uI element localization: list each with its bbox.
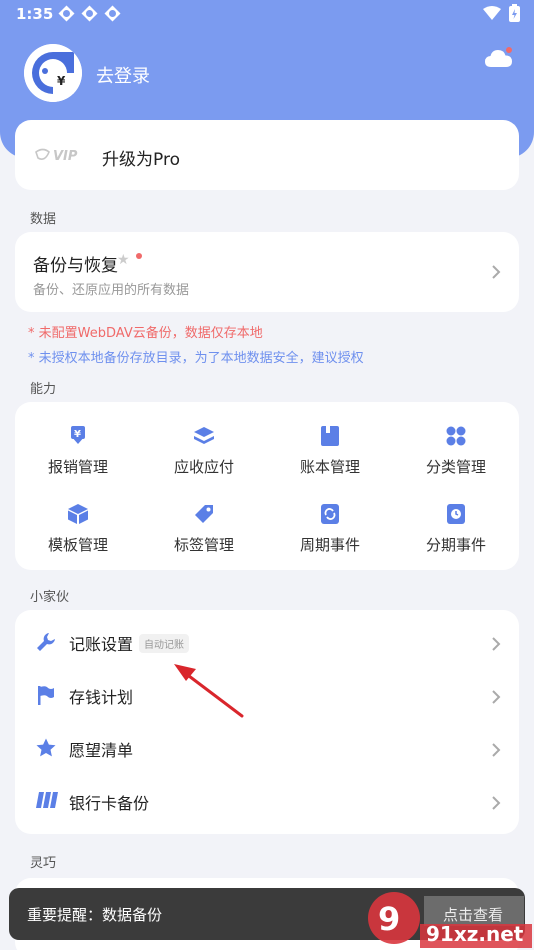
section-title-data: 数据 <box>30 212 57 227</box>
backup-subtitle: 备份、还原应用的所有数据 <box>33 283 190 298</box>
layers-icon <box>194 427 214 444</box>
section-title-smart: 灵巧 <box>30 856 57 871</box>
list-item-wishlist[interactable]: 愿望清单 <box>15 723 519 776</box>
reimburse-icon: ¥ <box>71 426 85 444</box>
grid-item-reimburse[interactable]: ¥ 报销管理 <box>15 426 141 490</box>
login-link[interactable]: 去登录 <box>96 62 150 88</box>
chevron-right-icon <box>492 796 501 810</box>
backup-restore-card[interactable]: 备份与恢复 ★ 备份、还原应用的所有数据 <box>15 232 519 312</box>
chevron-right-icon <box>492 637 501 651</box>
grid-item-cycle[interactable]: 周期事件 <box>267 504 393 568</box>
status-notifications <box>58 5 121 22</box>
svg-text:9: 9 <box>378 900 400 938</box>
list-item-saving-plan[interactable]: 存钱计划 <box>15 670 519 723</box>
local-backup-warning[interactable]: * 未授权本地备份存放目录，为了本地数据安全，建议授权 <box>28 347 364 366</box>
toast-message: 重要提醒：数据备份 <box>27 906 163 924</box>
installment-icon <box>447 504 465 524</box>
app-notification-icon <box>58 5 75 22</box>
grid-item-tag[interactable]: 标签管理 <box>141 504 267 568</box>
status-time: 1:35 <box>16 5 54 23</box>
status-right <box>483 4 520 22</box>
status-bar: 1:35 <box>0 0 534 28</box>
svg-text:¥: ¥ <box>74 429 81 440</box>
app-logo-icon: ¥ <box>24 44 82 102</box>
template-icon <box>68 504 88 524</box>
wrench-icon <box>37 633 55 651</box>
chevron-right-icon <box>492 743 501 757</box>
wifi-icon <box>483 6 501 20</box>
vip-logo-icon: VIP <box>35 148 78 164</box>
grid-item-receivable[interactable]: 应收应付 <box>141 426 267 490</box>
star-icon <box>36 738 56 757</box>
list-item-bookkeeping-settings[interactable]: 记账设置 自动记账 <box>15 617 519 670</box>
app-notification-icon <box>81 5 98 22</box>
list-item-bank-card-backup[interactable]: 银行卡备份 <box>15 776 519 829</box>
flag-icon <box>38 686 54 705</box>
svg-text:¥: ¥ <box>57 74 66 88</box>
grid-item-installment[interactable]: 分期事件 <box>393 504 519 568</box>
battery-icon <box>509 4 520 22</box>
section-title-abilities: 能力 <box>30 382 57 397</box>
abilities-card: ¥ 报销管理 应收应付 账本管理 分类管理 模板管理 标签管理 周期事件 分期事… <box>15 402 519 570</box>
upgrade-pro-card[interactable]: VIP 升级为Pro <box>15 120 519 190</box>
category-icon <box>446 426 466 446</box>
upgrade-pro-label: 升级为Pro <box>102 150 180 170</box>
cloud-sync-icon[interactable] <box>484 46 514 70</box>
buddy-card: 记账设置 自动记账 存钱计划 愿望清单 银行卡备份 <box>15 610 519 834</box>
section-title-buddy: 小家伙 <box>30 590 70 605</box>
new-dot-badge <box>136 253 142 259</box>
cycle-icon <box>321 504 339 524</box>
backup-title: 备份与恢复 <box>33 256 118 276</box>
auto-bookkeeping-badge: 自动记账 <box>139 634 189 653</box>
app-notification-icon <box>104 5 121 22</box>
tag-icon <box>195 505 213 523</box>
card-icon <box>36 792 58 808</box>
webdav-warning[interactable]: * 未配置WebDAV云备份，数据仅存本地 <box>28 322 263 341</box>
grid-item-category[interactable]: 分类管理 <box>393 426 519 490</box>
grid-item-ledger[interactable]: 账本管理 <box>267 426 393 490</box>
book-icon <box>321 426 339 446</box>
star-icon: ★ <box>117 252 130 268</box>
watermark-text: 91xz.net <box>426 922 524 946</box>
avatar[interactable]: ¥ <box>24 44 82 102</box>
chevron-right-icon <box>492 265 501 279</box>
chevron-right-icon <box>492 690 501 704</box>
svg-text:VIP: VIP <box>53 149 78 164</box>
grid-item-template[interactable]: 模板管理 <box>15 504 141 568</box>
